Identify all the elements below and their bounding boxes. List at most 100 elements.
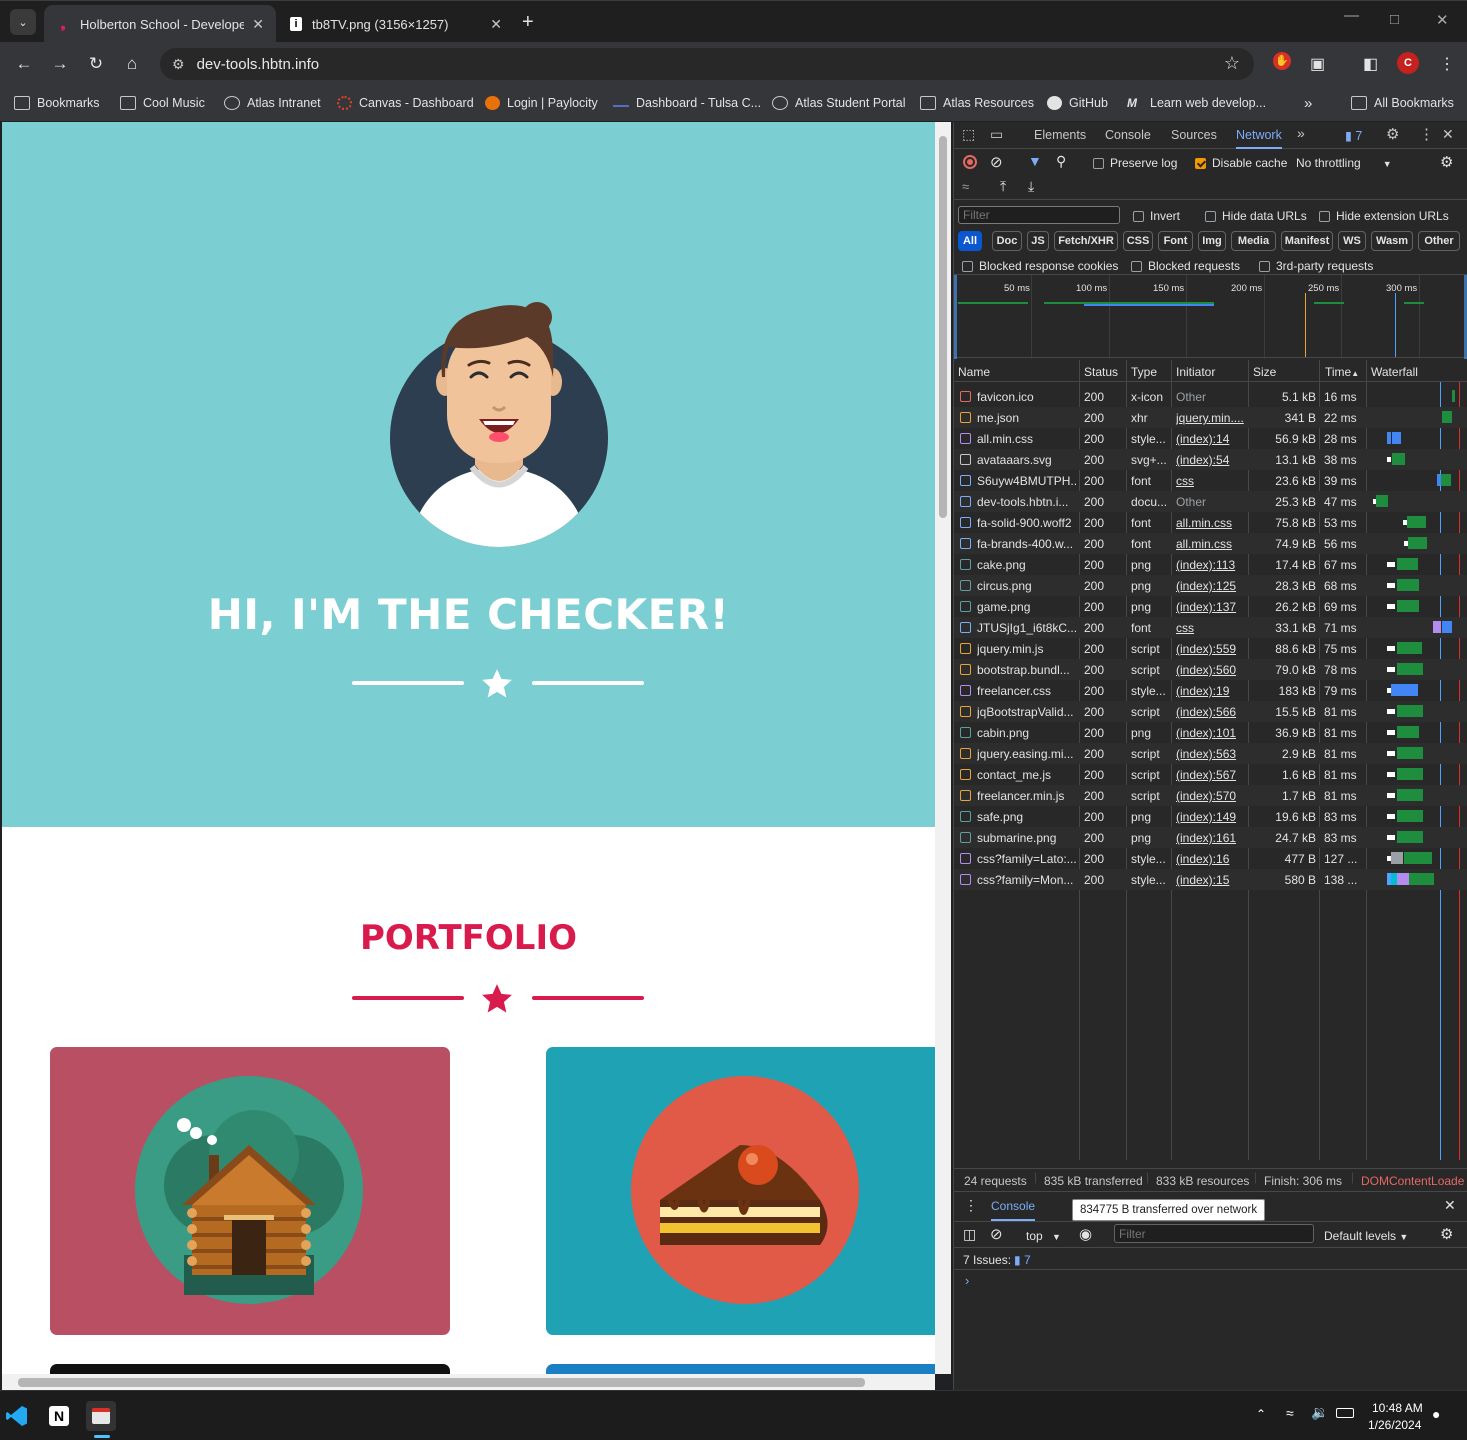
cell-initiator[interactable]: (index):54 bbox=[1176, 453, 1246, 467]
console-sidebar-icon[interactable]: ◫ bbox=[963, 1226, 976, 1243]
portfolio-card-cabin[interactable] bbox=[50, 1047, 450, 1335]
filter-doc[interactable]: Doc bbox=[992, 231, 1022, 251]
scrollbar-thumb[interactable] bbox=[939, 136, 947, 518]
tab-sources[interactable]: Sources bbox=[1171, 128, 1217, 142]
network-request-row[interactable]: S6uyw4BMUTPH... 200 font css 23.6 kB 39 ms bbox=[954, 470, 1467, 491]
network-request-row[interactable]: game.png 200 png (index):137 26.2 kB 69 ms bbox=[954, 596, 1467, 617]
preserve-log-checkbox[interactable]: Preserve log bbox=[1093, 156, 1177, 170]
close-devtools-icon[interactable]: ✕ bbox=[1442, 126, 1454, 143]
devtools-menu-icon[interactable]: ⋮ bbox=[1419, 125, 1434, 143]
cell-initiator[interactable]: (index):14 bbox=[1176, 432, 1246, 446]
tab-holberton[interactable]: ❟ Holberton School - Developer t ✕ bbox=[44, 5, 276, 43]
waterfall-bar[interactable] bbox=[1387, 667, 1395, 672]
blocked-requests-checkbox[interactable]: Blocked requests bbox=[1131, 259, 1240, 273]
network-request-row[interactable]: circus.png 200 png (index):125 28.3 kB 68 ms bbox=[954, 575, 1467, 596]
context-select[interactable]: top ▼ bbox=[1026, 1229, 1061, 1243]
extension-stop-icon[interactable]: ✋ bbox=[1273, 52, 1291, 70]
bookmark-item[interactable]: GitHub bbox=[1047, 94, 1108, 112]
issues-count-link[interactable]: ▮ 7 bbox=[1014, 1253, 1031, 1267]
all-bookmarks[interactable]: All Bookmarks bbox=[1351, 94, 1454, 112]
waterfall-bar[interactable] bbox=[1387, 432, 1391, 444]
filter-font[interactable]: Font bbox=[1158, 231, 1193, 251]
col-status[interactable]: Status bbox=[1084, 365, 1118, 379]
network-request-row[interactable]: freelancer.css 200 style... (index):19 183 k… bbox=[954, 680, 1467, 701]
clear-console-icon[interactable]: ⊘ bbox=[990, 1225, 1003, 1243]
issues-badge[interactable]: ▮ 7 bbox=[1345, 128, 1362, 143]
side-panel-icon[interactable]: ◧ bbox=[1363, 54, 1378, 74]
third-party-checkbox[interactable]: 3rd-party requests bbox=[1259, 259, 1373, 273]
cell-initiator[interactable]: (index):16 bbox=[1176, 852, 1246, 866]
network-conditions-icon[interactable]: ≈ bbox=[962, 179, 969, 194]
waterfall-bar[interactable] bbox=[1392, 453, 1405, 465]
col-name[interactable]: Name bbox=[958, 365, 990, 379]
waterfall-bar[interactable] bbox=[1387, 835, 1395, 840]
cell-initiator[interactable]: (index):563 bbox=[1176, 747, 1246, 761]
waterfall-bar[interactable] bbox=[1397, 705, 1423, 717]
notion-app-icon[interactable]: N bbox=[44, 1401, 74, 1431]
snipping-tool-app-icon[interactable] bbox=[86, 1401, 116, 1431]
clear-icon[interactable]: ⊘ bbox=[990, 153, 1003, 171]
portfolio-card-cake[interactable] bbox=[546, 1047, 935, 1335]
import-har-icon[interactable]: ⤒ bbox=[1000, 178, 1006, 195]
portfolio-card-blue[interactable] bbox=[546, 1364, 935, 1374]
site-info-icon[interactable]: ⚙ bbox=[172, 56, 185, 73]
waterfall-bar[interactable] bbox=[1376, 495, 1388, 507]
clock-date[interactable]: 1/26/2024 bbox=[1368, 1418, 1421, 1432]
bookmark-item[interactable]: Login | Paylocity bbox=[485, 94, 598, 112]
wifi-icon[interactable]: ≈ bbox=[1286, 1405, 1294, 1421]
bookmark-item[interactable]: Dashboard - Tulsa C... bbox=[613, 94, 761, 112]
tab-search-button[interactable]: ⌄ bbox=[10, 9, 36, 35]
network-request-row[interactable]: cabin.png 200 png (index):101 36.9 kB 81 ms bbox=[954, 722, 1467, 743]
live-expression-eye-icon[interactable]: ◉ bbox=[1079, 1225, 1092, 1243]
waterfall-bar[interactable] bbox=[1397, 642, 1422, 654]
col-size[interactable]: Size bbox=[1253, 365, 1276, 379]
tab-image[interactable]: i tb8TV.png (3156×1257) ✕ bbox=[278, 5, 514, 43]
cell-initiator[interactable]: (index):101 bbox=[1176, 726, 1246, 740]
waterfall-bar[interactable] bbox=[1387, 457, 1391, 462]
portfolio-card-dark[interactable] bbox=[50, 1364, 450, 1374]
network-request-row[interactable]: bootstrap.bundl... 200 script (index):560 79… bbox=[954, 659, 1467, 680]
network-request-row[interactable]: favicon.ico 200 x-icon Other 5.1 kB 16 ms bbox=[954, 386, 1467, 407]
waterfall-bar[interactable] bbox=[1387, 646, 1395, 651]
waterfall-bar[interactable] bbox=[1397, 831, 1423, 843]
network-request-row[interactable]: cake.png 200 png (index):113 17.4 kB 67 ms bbox=[954, 554, 1467, 575]
battery-icon[interactable] bbox=[1336, 1408, 1354, 1418]
waterfall-bar[interactable] bbox=[1442, 621, 1452, 633]
new-tab-icon[interactable]: + bbox=[522, 11, 534, 34]
device-toolbar-icon[interactable]: ▭ bbox=[990, 126, 1003, 143]
cell-initiator[interactable]: css bbox=[1176, 474, 1246, 488]
waterfall-bar[interactable] bbox=[1387, 730, 1395, 735]
waterfall-bar[interactable] bbox=[1387, 772, 1395, 777]
inspect-element-icon[interactable]: ⬚ bbox=[962, 126, 975, 143]
more-menu-icon[interactable]: ⋮ bbox=[1439, 54, 1455, 74]
waterfall-bar[interactable] bbox=[1387, 562, 1395, 567]
waterfall-bar[interactable] bbox=[1387, 793, 1395, 798]
bookmark-star-icon[interactable]: ☆ bbox=[1224, 53, 1240, 74]
network-request-row[interactable]: dev-tools.hbtn.i... 200 docu... Other 25.3 k… bbox=[954, 491, 1467, 512]
cell-initiator[interactable]: (index):567 bbox=[1176, 768, 1246, 782]
filter-manifest[interactable]: Manifest bbox=[1281, 231, 1333, 251]
close-tab-icon[interactable]: ✕ bbox=[490, 16, 502, 33]
waterfall-bar[interactable] bbox=[1406, 684, 1418, 696]
network-request-row[interactable]: JTUSjIg1_i6t8kC... 200 font css 33.1 kB 71 ms bbox=[954, 617, 1467, 638]
clock-time[interactable]: 10:48 AM bbox=[1372, 1401, 1423, 1415]
maximize-icon[interactable]: □ bbox=[1390, 11, 1399, 28]
waterfall-bar[interactable] bbox=[1409, 873, 1434, 885]
url-text[interactable]: dev-tools.hbtn.info bbox=[197, 56, 320, 73]
cell-initiator[interactable]: (index):149 bbox=[1176, 810, 1246, 824]
waterfall-bar[interactable] bbox=[1397, 558, 1418, 570]
network-request-row[interactable]: jquery.min.js 200 script (index):559 88.6 kB… bbox=[954, 638, 1467, 659]
waterfall-bar[interactable] bbox=[1407, 516, 1426, 528]
network-settings-icon[interactable]: ⚙ bbox=[1440, 153, 1453, 171]
filter-img[interactable]: Img bbox=[1198, 231, 1226, 251]
log-levels-select[interactable]: Default levels ▼ bbox=[1324, 1229, 1408, 1243]
filter-js[interactable]: JS bbox=[1027, 231, 1049, 251]
filter-ws[interactable]: WS bbox=[1338, 231, 1366, 251]
waterfall-bar[interactable] bbox=[1392, 432, 1401, 444]
waterfall-bar[interactable] bbox=[1397, 726, 1419, 738]
bookmark-item[interactable]: Atlas Resources bbox=[920, 94, 1034, 112]
tab-elements[interactable]: Elements bbox=[1034, 128, 1086, 142]
waterfall-bar[interactable] bbox=[1441, 474, 1451, 486]
extensions-puzzle-icon[interactable]: ▣ bbox=[1310, 54, 1325, 74]
notification-bell-icon[interactable]: ● bbox=[1432, 1406, 1440, 1422]
